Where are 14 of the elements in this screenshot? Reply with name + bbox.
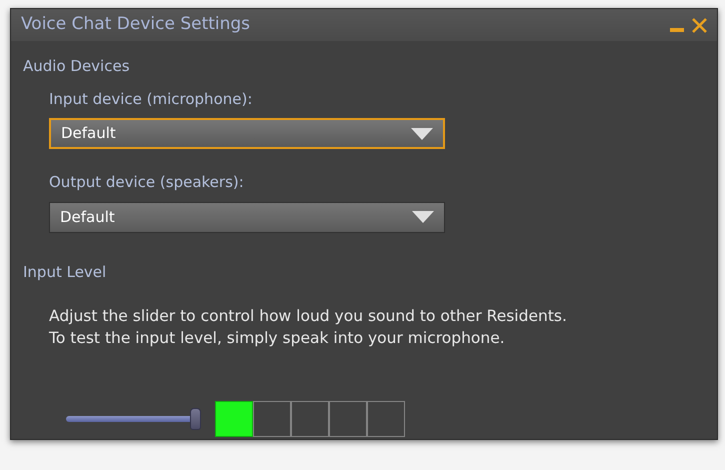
field-label: Output device (speakers):: [49, 172, 244, 193]
dropdown-arrow-icon: [412, 211, 434, 223]
window-title: Voice Chat Device Settings: [21, 13, 250, 36]
input-level-slider[interactable]: [66, 408, 201, 430]
device-dropdown[interactable]: Default: [49, 118, 445, 149]
dropdown-arrow-icon: [411, 128, 433, 140]
description-text: To test the input level, simply speak into your microphone.: [49, 328, 505, 349]
section-heading: Audio Devices: [23, 56, 130, 77]
close-icon[interactable]: [692, 18, 707, 32]
description-text: Adjust the slider to control how loud you sound to other Residents.: [49, 306, 567, 327]
field-label: Input device (microphone):: [49, 88, 252, 110]
device-dropdown[interactable]: Default: [49, 202, 445, 232]
slider-thumb[interactable]: [190, 408, 201, 430]
section-heading: Input Level: [23, 262, 106, 282]
